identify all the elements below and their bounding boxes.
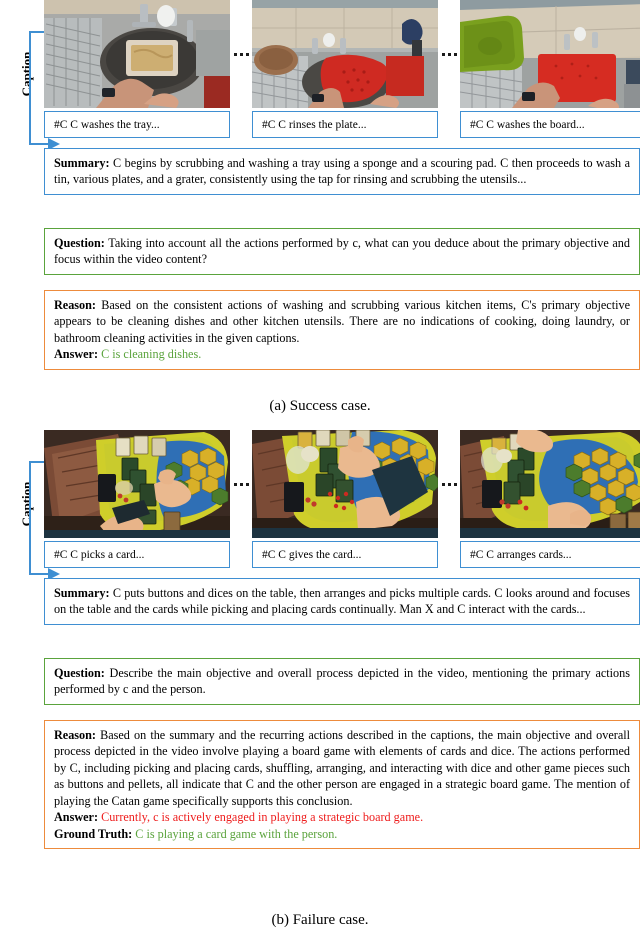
ellipsis-dot xyxy=(447,52,451,56)
ellipsis-dot xyxy=(245,52,249,56)
question-box-b: Question: Describe the main objective an… xyxy=(44,658,640,705)
reason-label-b: Reason: xyxy=(54,728,96,742)
summary-box-a: Summary: C begins by scrubbing and washi… xyxy=(44,148,640,195)
summary-box-b: Summary: C puts buttons and dices on the… xyxy=(44,578,640,625)
question-label-b: Question: xyxy=(54,666,105,680)
answer-label-a: Answer: xyxy=(54,347,99,362)
frame-ellipsis-b-2 xyxy=(438,430,460,538)
frame-ellipsis-b-1 xyxy=(230,430,252,538)
reason-label-a: Reason: xyxy=(54,298,96,312)
reason-box-b: Reason: Based on the summary and the rec… xyxy=(44,720,640,850)
subcaption-b: (b) Failure case. xyxy=(271,912,369,928)
caption-box-a-1: #C C washes the tray... xyxy=(44,111,230,138)
question-text-b: Describe the main objective and overall … xyxy=(54,666,630,697)
ellipsis-dot xyxy=(441,482,445,486)
ellipsis-dot xyxy=(453,52,457,56)
ellipsis-dot xyxy=(453,482,457,486)
frame-strip-a xyxy=(44,0,640,108)
caption-row-a: #C C washes the tray... #C C rinses the … xyxy=(44,110,640,139)
video-frame-b-3 xyxy=(460,430,640,538)
ellipsis-dot xyxy=(239,482,243,486)
question-label-a: Question: xyxy=(54,236,105,250)
reason-box-a: Reason: Based on the consistent actions … xyxy=(44,290,640,370)
reason-text-a: Based on the consistent actions of washi… xyxy=(54,298,630,345)
summary-label-a: Summary: xyxy=(54,156,110,170)
summary-label-b: Summary: xyxy=(54,586,110,600)
question-text-a: Taking into account all the actions perf… xyxy=(54,236,630,267)
answer-text-b: Currently, c is actively engaged in play… xyxy=(101,810,424,825)
caption-box-b-3: #C C arranges cards... xyxy=(460,541,640,568)
figure-page: Caption #C C washes the tray... #C C rin… xyxy=(0,0,640,945)
video-frame-b-2 xyxy=(252,430,438,538)
video-frame-a-3 xyxy=(460,0,640,108)
reason-text-b: Based on the summary and the recurring a… xyxy=(54,728,630,808)
question-box-a: Question: Taking into account all the ac… xyxy=(44,228,640,275)
ellipsis-dot xyxy=(239,52,243,56)
ground-truth-label-b: Ground Truth: xyxy=(54,826,133,841)
video-frame-a-1 xyxy=(44,0,230,108)
answer-label-b: Answer: xyxy=(54,810,99,825)
caption-box-b-1: #C C picks a card... xyxy=(44,541,230,568)
frame-strip-b xyxy=(44,430,640,538)
summary-text-b: C puts buttons and dices on the table, t… xyxy=(54,586,631,617)
ellipsis-dot xyxy=(447,482,451,486)
subcaption-a: (a) Success case. xyxy=(269,398,371,414)
frame-ellipsis-a-1 xyxy=(230,0,252,108)
ground-truth-text-b: C is playing a card game with the person… xyxy=(135,826,338,841)
ellipsis-dot xyxy=(245,482,249,486)
summary-text-a: C begins by scrubbing and washing a tray… xyxy=(54,156,631,187)
ellipsis-dot xyxy=(233,52,237,56)
ellipsis-dot xyxy=(233,482,237,486)
video-frame-a-2 xyxy=(252,0,438,108)
caption-row-b: #C C picks a card... #C C gives the card… xyxy=(44,540,640,569)
ellipsis-dot xyxy=(441,52,445,56)
caption-box-a-2: #C C rinses the plate... xyxy=(252,111,438,138)
caption-bracket-a: Caption xyxy=(8,28,60,168)
answer-text-a: C is cleaning dishes. xyxy=(101,347,202,362)
caption-box-b-2: #C C gives the card... xyxy=(252,541,438,568)
frame-ellipsis-a-2 xyxy=(438,0,460,108)
caption-box-a-3: #C C washes the board... xyxy=(460,111,640,138)
video-frame-b-1 xyxy=(44,430,230,538)
caption-bracket-b: Caption xyxy=(8,458,60,598)
